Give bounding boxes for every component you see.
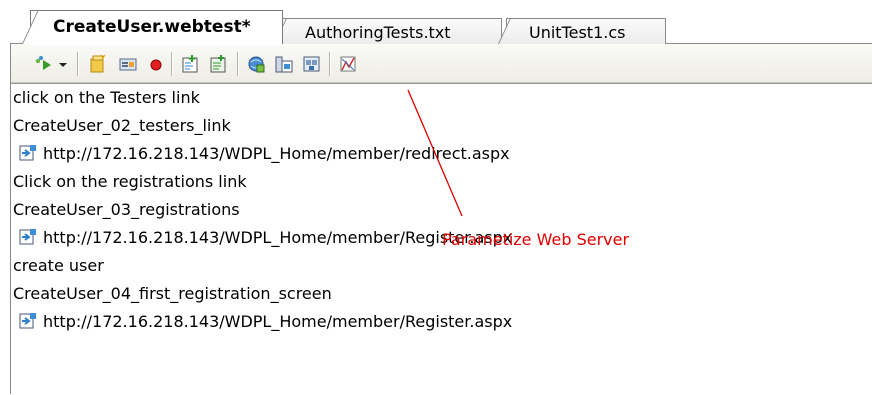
comment-item[interactable]: Click on the registrations link <box>13 168 247 196</box>
add-transaction-button[interactable] <box>207 53 229 75</box>
generate-code-icon <box>337 53 359 75</box>
toolbar-separator <box>329 52 331 76</box>
request-item[interactable]: http://172.16.218.143/WDPL_Home/member/R… <box>19 224 512 252</box>
comment-item[interactable]: click on the Testers link <box>13 84 200 112</box>
comment-text: create user <box>13 256 104 275</box>
toolbar-separator <box>171 52 173 76</box>
comment-item[interactable]: create user <box>13 252 104 280</box>
transaction-text: CreateUser_03_registrations <box>13 200 240 219</box>
parameterize-web-server-button[interactable] <box>273 53 295 75</box>
tab-authoringtests-txt[interactable]: AuthoringTests.txt <box>274 18 502 44</box>
transaction-text: CreateUser_02_testers_link <box>13 116 231 135</box>
tab-slant <box>22 11 57 44</box>
tab-createuser-webtest[interactable]: CreateUser.webtest* <box>22 10 283 45</box>
toolbar-separator <box>77 52 79 76</box>
comment-text: Click on the registrations link <box>13 172 247 191</box>
toolbar-separator <box>237 52 239 76</box>
tab-label: UnitTest1.cs <box>529 23 626 42</box>
add-data-source-icon <box>117 53 139 75</box>
add-transaction-icon <box>207 53 229 75</box>
dropdown-arrow-icon <box>57 53 69 75</box>
add-request-button[interactable] <box>179 53 201 75</box>
add-web-test-plugin-button[interactable] <box>245 53 267 75</box>
comment-text: click on the Testers link <box>13 88 200 107</box>
request-url: http://172.16.218.143/WDPL_Home/member/r… <box>43 144 510 163</box>
web-request-icon <box>19 144 37 162</box>
tab-slant <box>498 19 529 44</box>
generate-code-button[interactable] <box>337 53 359 75</box>
add-data-source-button[interactable] <box>117 53 139 75</box>
web-request-icon <box>19 228 37 246</box>
tab-label: CreateUser.webtest* <box>53 17 251 37</box>
request-item[interactable]: http://172.16.218.143/WDPL_Home/member/r… <box>19 140 510 168</box>
set-credentials-icon <box>301 53 323 75</box>
web-request-icon <box>19 312 37 330</box>
transaction-item[interactable]: CreateUser_02_testers_link <box>13 112 231 140</box>
annotation-label: Parametize Web Server <box>442 230 630 249</box>
webtest-editor: click on the Testers link CreateUser_02_… <box>10 44 872 395</box>
request-item[interactable]: http://172.16.218.143/WDPL_Home/member/R… <box>19 308 512 336</box>
request-url: http://172.16.218.143/WDPL_Home/member/R… <box>43 312 513 331</box>
run-test-dropdown[interactable] <box>57 53 69 75</box>
set-credentials-button[interactable] <box>301 53 323 75</box>
add-web-test-plugin-icon <box>245 53 267 75</box>
add-request-icon <box>179 53 201 75</box>
record-button[interactable] <box>145 53 167 75</box>
transaction-item[interactable]: CreateUser_04_first_registration_screen <box>13 280 332 308</box>
add-folder-icon <box>87 53 109 75</box>
transaction-item[interactable]: CreateUser_03_registrations <box>13 196 240 224</box>
transaction-text: CreateUser_04_first_registration_screen <box>13 284 332 303</box>
document-tab-strip: CreateUser.webtest* AuthoringTests.txt U… <box>0 0 872 45</box>
tab-unittest1-cs[interactable]: UnitTest1.cs <box>498 18 666 44</box>
webtest-toolbar <box>11 44 872 83</box>
record-icon <box>145 53 167 75</box>
run-test-button[interactable] <box>33 53 55 75</box>
run-test-icon <box>33 53 55 75</box>
parameterize-web-server-icon <box>273 53 295 75</box>
add-folder-button[interactable] <box>87 53 109 75</box>
tab-label: AuthoringTests.txt <box>305 23 451 42</box>
